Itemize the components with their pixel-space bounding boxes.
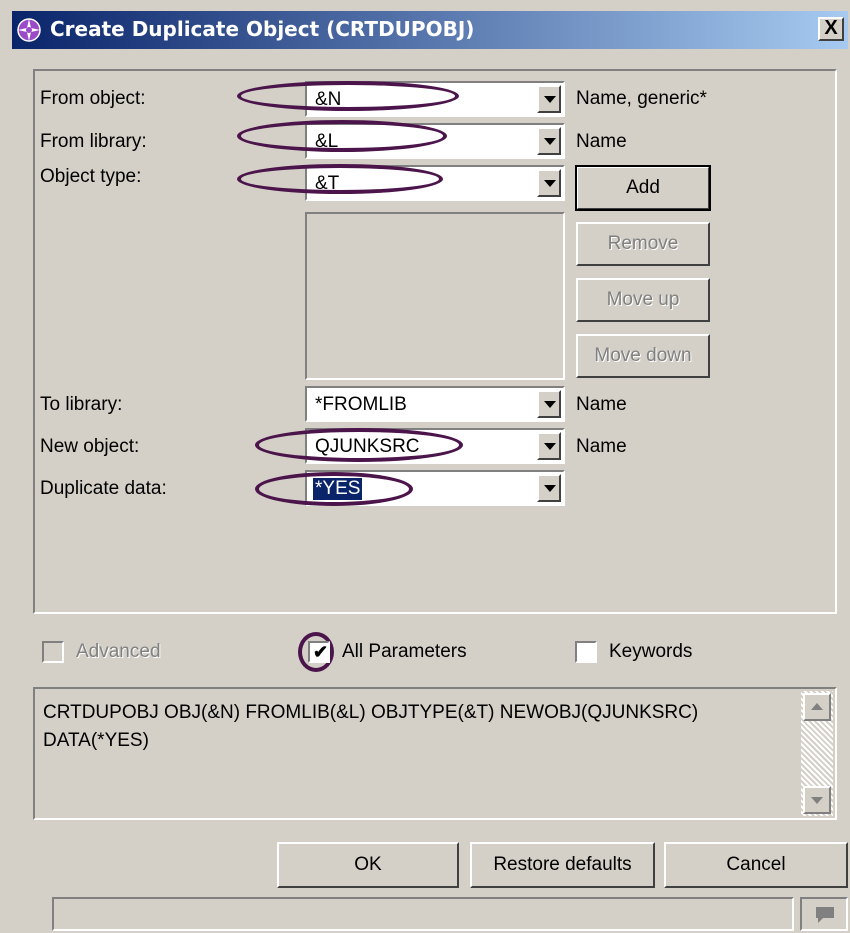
compass-icon (17, 18, 41, 42)
close-button[interactable]: X (818, 17, 844, 41)
keywords-checkbox[interactable]: Keywords (575, 641, 715, 667)
dialog-window: Create Duplicate Object (CRTDUPOBJ) X Fr… (0, 0, 850, 933)
ok-button[interactable]: OK (277, 842, 459, 888)
command-text-area[interactable]: CRTDUPOBJ OBJ(&N) FROMLIB(&L) OBJTYPE(&T… (33, 687, 837, 820)
chevron-down-icon[interactable] (537, 85, 561, 113)
status-bar (52, 897, 794, 931)
new-object-label: New object: (40, 436, 140, 457)
from-library-value[interactable]: &L (315, 131, 338, 153)
cancel-button[interactable]: Cancel (664, 842, 848, 888)
checkbox-box[interactable] (42, 641, 64, 663)
chevron-down-icon[interactable] (537, 474, 561, 502)
keywords-label: Keywords (609, 641, 693, 662)
from-object-hint: Name, generic* (576, 88, 707, 109)
from-object-label: From object: (40, 88, 146, 109)
speech-bubble-icon (816, 907, 834, 923)
new-object-value[interactable]: QJUNKSRC (315, 436, 420, 458)
remove-button[interactable]: Remove (576, 222, 710, 266)
all-parameters-checkbox[interactable]: ✔ All Parameters (308, 641, 488, 667)
title-bar[interactable]: Create Duplicate Object (CRTDUPOBJ) X (12, 11, 848, 49)
new-object-hint: Name (576, 436, 627, 457)
duplicate-data-value[interactable]: *YES (313, 478, 363, 500)
from-object-combo[interactable]: &N (305, 81, 565, 117)
checkmark-icon: ✔ (313, 642, 329, 662)
chevron-down-icon[interactable] (537, 169, 561, 197)
close-icon: X (824, 17, 838, 39)
all-parameters-label: All Parameters (342, 641, 467, 662)
status-button[interactable] (800, 897, 848, 931)
to-library-hint: Name (576, 394, 627, 415)
chevron-down-icon[interactable] (537, 127, 561, 155)
object-type-combo[interactable]: &T (305, 165, 565, 201)
to-library-value[interactable]: *FROMLIB (315, 394, 407, 416)
restore-defaults-button[interactable]: Restore defaults (470, 842, 655, 888)
command-text: CRTDUPOBJ OBJ(&N) FROMLIB(&L) OBJTYPE(&T… (43, 702, 699, 751)
new-object-combo[interactable]: QJUNKSRC (305, 428, 565, 464)
scroll-up-icon[interactable] (803, 693, 831, 721)
from-library-label: From library: (40, 131, 147, 152)
object-type-label: Object type: (40, 166, 142, 187)
scroll-down-icon[interactable] (803, 786, 831, 814)
vertical-scrollbar[interactable] (801, 691, 833, 816)
advanced-checkbox[interactable]: Advanced (42, 641, 182, 667)
chevron-down-icon[interactable] (537, 390, 561, 418)
duplicate-data-combo[interactable]: *YES (305, 470, 565, 506)
from-library-combo[interactable]: &L (305, 123, 565, 159)
checkbox-box[interactable]: ✔ (308, 641, 330, 663)
to-library-label: To library: (40, 394, 123, 415)
from-library-hint: Name (576, 131, 627, 152)
from-object-value[interactable]: &N (315, 89, 341, 111)
chevron-down-icon[interactable] (537, 432, 561, 460)
move-up-button[interactable]: Move up (576, 278, 710, 322)
advanced-label: Advanced (76, 641, 161, 662)
checkbox-box[interactable] (575, 641, 597, 663)
move-down-button[interactable]: Move down (576, 334, 710, 378)
to-library-combo[interactable]: *FROMLIB (305, 386, 565, 422)
object-type-list[interactable] (305, 212, 565, 380)
object-type-value[interactable]: &T (315, 173, 339, 195)
add-button[interactable]: Add (575, 165, 711, 211)
duplicate-data-label: Duplicate data: (40, 478, 167, 499)
window-title: Create Duplicate Object (CRTDUPOBJ) (50, 17, 475, 41)
